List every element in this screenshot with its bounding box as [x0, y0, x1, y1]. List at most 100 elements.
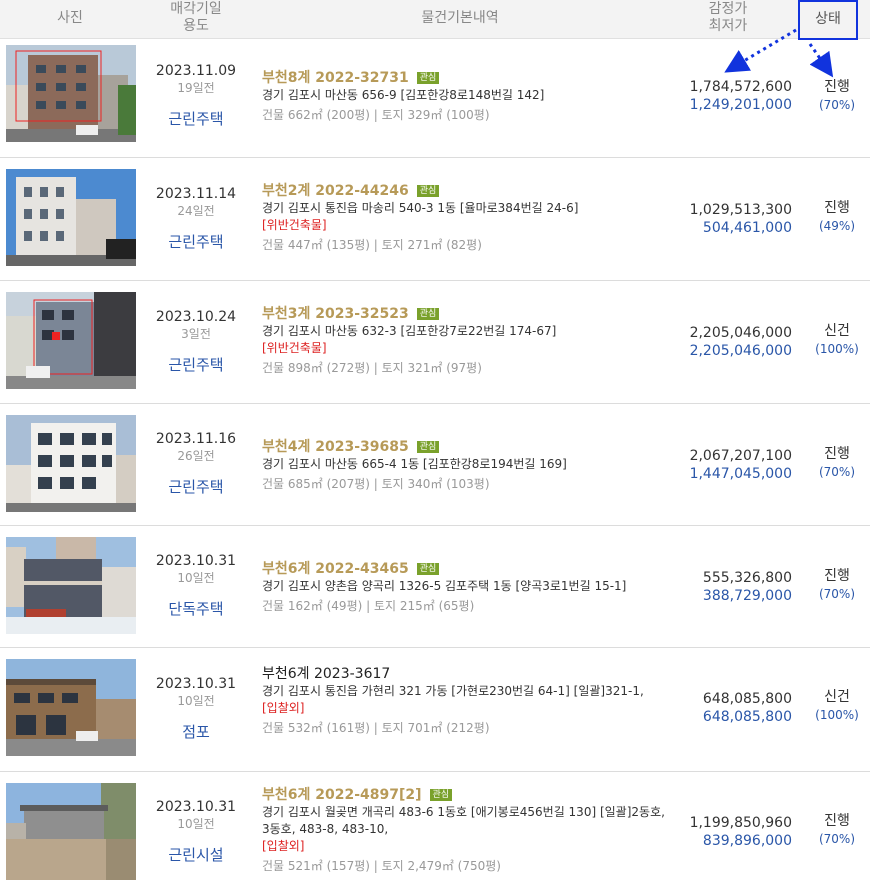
header-photo: 사진 [57, 10, 83, 26]
status-percent: (70%) [818, 832, 856, 846]
status-cell: 신건 (100%) [800, 322, 870, 358]
status-cell: 진행 (49%) [800, 199, 870, 235]
case-number-link[interactable]: 부천4계 2023-39685 [262, 439, 409, 455]
area-info: 건물 521㎡ (157평) | 토지 2,479㎡ (750평) [262, 859, 501, 873]
case-number-link[interactable]: 부천6계 2022-43465 [262, 561, 409, 577]
area-info: 건물 532㎡ (161평) | 토지 701㎡ (212평) [262, 721, 490, 735]
interest-badge[interactable]: 관심 [416, 441, 440, 453]
sale-date: 2023.11.09 [155, 63, 237, 79]
status-text: 신건 [824, 323, 850, 339]
sale-date: 2023.10.24 [155, 309, 237, 325]
auction-list: 2023.11.09 19일전 근린주택 부천8계 2022-32731 관심 경… [0, 39, 870, 882]
sale-date: 2023.11.16 [155, 431, 237, 447]
days-left: 3일전 [181, 327, 211, 341]
case-number-link[interactable]: 부천2계 2022-44246 [262, 183, 409, 199]
area-info: 건물 898㎡ (272평) | 토지 321㎡ (97평) [262, 361, 482, 375]
price-cell: 2,067,207,100 1,447,045,000 [660, 447, 792, 483]
usage-link[interactable]: 근린시설 [148, 846, 244, 864]
interest-badge[interactable]: 관심 [416, 72, 440, 84]
date-use-cell: 2023.10.31 10일전 단독주택 [148, 552, 244, 618]
property-photo[interactable] [6, 537, 136, 634]
status-text: 신건 [824, 689, 850, 705]
table-row[interactable]: 2023.10.31 10일전 근린시설 부천6계 2022-4897[2] 관심… [0, 772, 870, 882]
header-basic: 물건기본내역 [421, 10, 499, 26]
price-cell: 555,326,800 388,729,000 [660, 569, 792, 605]
table-row[interactable]: 2023.10.24 3일전 근린주택 부천3계 2023-32523 관심 경기… [0, 281, 870, 404]
table-row[interactable]: 2023.10.31 10일전 점포 부천6계 2023-3617 경기 김포시… [0, 648, 870, 772]
interest-badge[interactable]: 관심 [429, 789, 453, 801]
appraisal-price: 1,784,572,600 [689, 79, 792, 95]
price-cell: 1,029,513,300 504,461,000 [660, 201, 792, 237]
property-photo[interactable] [6, 45, 136, 142]
status-text: 진행 [824, 446, 850, 462]
status-cell: 진행 (70%) [800, 567, 870, 603]
table-row[interactable]: 2023.11.14 24일전 근린주택 부천2계 2022-44246 관심 경… [0, 158, 870, 281]
header-date-use: 매각기일 용도 [170, 1, 222, 34]
minimum-price: 504,461,000 [702, 220, 792, 236]
address: 경기 김포시 통진읍 가현리 321 가동 [가현로230번길 64-1] [일… [262, 684, 644, 698]
interest-badge[interactable]: 관심 [416, 185, 440, 197]
status-text: 진행 [824, 79, 850, 95]
interest-badge[interactable]: 관심 [416, 308, 440, 320]
usage-link[interactable]: 근린주택 [148, 110, 244, 128]
basic-info-cell: 부천6계 2022-4897[2] 관심 경기 김포시 월곶면 개곡리 483-6… [262, 784, 672, 875]
basic-info-cell: 부천3계 2023-32523 관심 경기 김포시 마산동 632-3 [김포한강… [262, 303, 672, 377]
case-number-link[interactable]: 부천6계 2023-3617 [262, 666, 390, 682]
table-header: 사진 매각기일 용도 물건기본내역 감정가 최저가 상태 [0, 0, 870, 40]
minimum-price: 388,729,000 [702, 588, 792, 604]
usage-link[interactable]: 점포 [148, 723, 244, 741]
minimum-price: 1,447,045,000 [689, 466, 792, 482]
property-photo[interactable] [6, 783, 136, 880]
case-number-link[interactable]: 부천8계 2022-32731 [262, 70, 409, 86]
days-left: 19일전 [177, 81, 215, 95]
minimum-price: 1,249,201,000 [689, 97, 792, 113]
interest-badge[interactable]: 관심 [416, 563, 440, 575]
appraisal-price: 2,067,207,100 [689, 448, 792, 464]
days-left: 26일전 [177, 449, 215, 463]
property-photo[interactable] [6, 415, 136, 512]
address: 경기 김포시 마산동 632-3 [김포한강7로22번길 174-67] [262, 324, 557, 338]
status-cell: 진행 (70%) [800, 78, 870, 114]
appraisal-price: 1,199,850,960 [689, 815, 792, 831]
appraisal-price: 648,085,800 [702, 691, 792, 707]
usage-link[interactable]: 단독주택 [148, 600, 244, 618]
status-percent: (70%) [818, 98, 856, 112]
warning-label: [입찰외] [262, 839, 305, 853]
property-photo[interactable] [6, 169, 136, 266]
status-percent: (100%) [815, 342, 859, 356]
usage-link[interactable]: 근린주택 [148, 478, 244, 496]
appraisal-price: 555,326,800 [702, 570, 792, 586]
days-left: 10일전 [177, 694, 215, 708]
price-cell: 1,784,572,600 1,249,201,000 [660, 78, 792, 114]
table-row[interactable]: 2023.11.16 26일전 근린주택 부천4계 2023-39685 관심 경… [0, 404, 870, 526]
case-number-link[interactable]: 부천6계 2022-4897[2] [262, 787, 422, 803]
days-left: 10일전 [177, 817, 215, 831]
area-info: 건물 662㎡ (200평) | 토지 329㎡ (100평) [262, 108, 490, 122]
case-number-link[interactable]: 부천3계 2023-32523 [262, 306, 409, 322]
property-photo[interactable] [6, 659, 136, 756]
minimum-price: 648,085,800 [702, 709, 792, 725]
usage-link[interactable]: 근린주택 [148, 356, 244, 374]
status-cell: 진행 (70%) [800, 445, 870, 481]
basic-info-cell: 부천8계 2022-32731 관심 경기 김포시 마산동 656-9 [김포한강… [262, 67, 672, 124]
property-photo[interactable] [6, 292, 136, 389]
area-info: 건물 162㎡ (49평) | 토지 215㎡ (65평) [262, 599, 475, 613]
minimum-price: 839,896,000 [702, 833, 792, 849]
table-row[interactable]: 2023.10.31 10일전 단독주택 부천6계 2022-43465 관심 경… [0, 526, 870, 648]
price-cell: 648,085,800 648,085,800 [660, 690, 792, 726]
days-left: 10일전 [177, 571, 215, 585]
basic-info-cell: 부천6계 2023-3617 경기 김포시 통진읍 가현리 321 가동 [가현… [262, 663, 672, 737]
area-info: 건물 685㎡ (207평) | 토지 340㎡ (103평) [262, 477, 490, 491]
address: 경기 김포시 양촌읍 양곡리 1326-5 김포주택 1동 [양곡3로1번길 1… [262, 579, 627, 593]
sale-date: 2023.11.14 [155, 186, 237, 202]
basic-info-cell: 부천6계 2022-43465 관심 경기 김포시 양촌읍 양곡리 1326-5 … [262, 558, 672, 615]
date-use-cell: 2023.10.31 10일전 근린시설 [148, 798, 244, 864]
status-text: 진행 [824, 568, 850, 584]
sale-date: 2023.10.31 [155, 676, 237, 692]
sale-date: 2023.10.31 [155, 799, 237, 815]
usage-link[interactable]: 근린주택 [148, 233, 244, 251]
address: 경기 김포시 월곶면 개곡리 483-6 1동호 [애기봉로456번길 130]… [262, 805, 665, 836]
table-row[interactable]: 2023.11.09 19일전 근린주택 부천8계 2022-32731 관심 경… [0, 39, 870, 158]
days-left: 24일전 [177, 204, 215, 218]
header-status[interactable]: 상태 [798, 0, 858, 40]
